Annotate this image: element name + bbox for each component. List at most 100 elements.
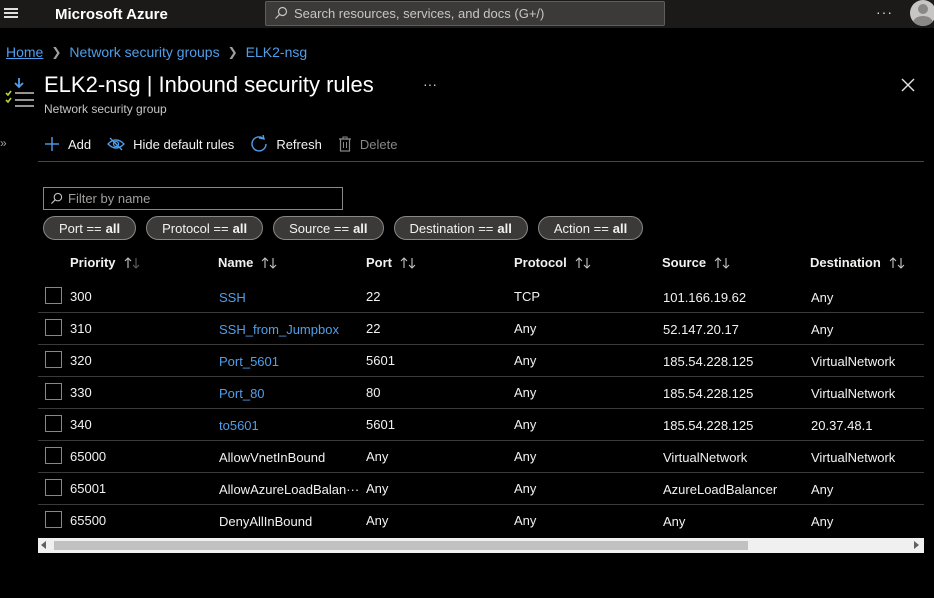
table-row[interactable]: 320 Port_5601 5601 Any 185.54.228.125 Vi… xyxy=(38,345,924,377)
pill-value: all xyxy=(232,220,248,236)
refresh-label: Refresh xyxy=(276,136,322,152)
table-row[interactable]: 65001 AllowAzureLoadBalan··· Any Any Azu… xyxy=(38,473,924,505)
cell-port: 80 xyxy=(366,385,381,400)
delete-button[interactable]: Delete xyxy=(338,136,397,152)
plus-icon xyxy=(45,137,59,151)
table-row[interactable]: 65500 DenyAllInBound Any Any Any Any xyxy=(38,505,924,537)
table-row[interactable]: 310 SSH_from_Jumpbox 22 Any 52.147.20.17… xyxy=(38,313,924,345)
scrollbar-thumb[interactable] xyxy=(54,541,748,550)
column-label: Port xyxy=(366,255,392,270)
search-icon xyxy=(275,6,288,19)
row-checkbox[interactable] xyxy=(45,383,62,400)
breadcrumb-elk2-nsg[interactable]: ELK2-nsg xyxy=(246,44,307,60)
cell-protocol: Any xyxy=(514,321,537,336)
cell-priority: 320 xyxy=(70,353,92,368)
sort-icon xyxy=(575,256,591,269)
cell-port: 5601 xyxy=(366,353,395,368)
chevron-right-icon: ❯ xyxy=(227,45,238,59)
cell-destination: Any xyxy=(811,514,834,529)
column-label: Protocol xyxy=(514,255,567,270)
breadcrumb-nsgs[interactable]: Network security groups xyxy=(69,44,219,60)
pill-value: all xyxy=(497,220,512,236)
source-filter-pill[interactable]: Source == all xyxy=(273,216,384,240)
cell-name-link[interactable]: Port_5601 xyxy=(219,354,279,369)
cell-destination: 20.37.48.1 xyxy=(811,418,873,433)
port-filter-pill[interactable]: Port == all xyxy=(43,216,137,240)
cell-name-link[interactable]: SSH_from_Jumpbox xyxy=(219,322,339,337)
close-icon[interactable] xyxy=(900,77,916,93)
column-header-source[interactable]: Source xyxy=(662,255,730,270)
sort-icon xyxy=(714,256,730,269)
breadcrumb-home[interactable]: Home xyxy=(6,44,43,60)
column-header-destination[interactable]: Destination xyxy=(810,255,905,270)
column-label: Source xyxy=(662,255,707,270)
cell-source: AzureLoadBalancer xyxy=(663,482,778,497)
column-label: Priority xyxy=(70,255,116,270)
table-row[interactable]: 300 SSH 22 TCP 101.166.19.62 Any xyxy=(38,281,924,313)
cell-name-link[interactable]: Port_80 xyxy=(219,386,265,401)
column-header-priority[interactable]: Priority xyxy=(70,255,140,270)
global-search[interactable] xyxy=(265,1,665,26)
hide-default-rules-button[interactable]: Hide default rules xyxy=(107,136,234,152)
row-checkbox[interactable] xyxy=(45,287,62,304)
divider xyxy=(38,161,924,162)
row-checkbox[interactable] xyxy=(45,415,62,432)
sort-icon xyxy=(889,256,905,269)
trash-icon xyxy=(338,136,351,152)
search-input[interactable] xyxy=(294,4,654,23)
add-button[interactable]: Add xyxy=(44,136,91,152)
column-label: Name xyxy=(218,255,254,270)
brand-title[interactable]: Microsoft Azure xyxy=(55,6,168,23)
cell-priority: 300 xyxy=(70,289,92,304)
cell-protocol: Any xyxy=(514,481,537,496)
filter-by-name-input[interactable] xyxy=(68,190,338,207)
menu-icon[interactable] xyxy=(4,6,18,20)
row-checkbox[interactable] xyxy=(45,479,62,496)
more-options-icon[interactable]: ··· xyxy=(423,76,437,92)
scroll-right-icon[interactable] xyxy=(914,541,919,549)
avatar[interactable] xyxy=(910,0,934,26)
horizontal-scrollbar[interactable] xyxy=(38,538,924,553)
cell-priority: 65001 xyxy=(70,481,107,496)
scroll-left-icon[interactable] xyxy=(41,541,46,549)
inbound-rules-icon xyxy=(5,78,34,107)
column-header-port[interactable]: Port xyxy=(366,255,416,270)
column-header-name[interactable]: Name xyxy=(218,255,277,270)
hide-default-rules-label: Hide default rules xyxy=(133,136,235,152)
cell-name: AllowVnetInBound xyxy=(219,450,326,465)
protocol-filter-pill[interactable]: Protocol == all xyxy=(146,216,264,240)
pill-label: Action == xyxy=(553,220,609,236)
expand-sidebar-icon[interactable]: » xyxy=(0,136,7,150)
rules-table: Priority Name Port Protocol Source Desti… xyxy=(38,248,924,538)
cell-name: AllowAzureLoadBalan··· xyxy=(219,482,360,497)
sort-icon xyxy=(262,256,277,269)
command-bar: Add Hide default rules Refresh Delete xyxy=(44,133,413,155)
column-label: Destination xyxy=(810,255,881,270)
cell-source: 185.54.228.125 xyxy=(663,386,754,401)
column-header-protocol[interactable]: Protocol xyxy=(514,255,591,270)
cell-port: Any xyxy=(366,449,389,464)
destination-filter-pill[interactable]: Destination == all xyxy=(393,216,528,240)
cell-source: 52.147.20.17 xyxy=(663,322,739,337)
row-checkbox[interactable] xyxy=(45,319,62,336)
table-row[interactable]: 65000 AllowVnetInBound Any Any VirtualNe… xyxy=(38,441,924,473)
table-row[interactable]: 340 to5601 5601 Any 185.54.228.125 20.37… xyxy=(38,409,924,441)
more-options-icon[interactable]: ··· xyxy=(876,4,893,20)
row-checkbox[interactable] xyxy=(45,351,62,368)
sort-icon xyxy=(400,256,416,269)
action-filter-pill[interactable]: Action == all xyxy=(537,216,644,240)
search-icon xyxy=(50,192,63,205)
row-checkbox[interactable] xyxy=(45,447,62,464)
cell-name-link[interactable]: to5601 xyxy=(219,418,259,433)
cell-name-link[interactable]: SSH xyxy=(219,290,246,305)
cell-port: 22 xyxy=(366,289,381,304)
row-checkbox[interactable] xyxy=(45,511,62,528)
filter-box[interactable] xyxy=(43,187,343,210)
cell-port: Any xyxy=(366,513,389,528)
table-row[interactable]: 330 Port_80 80 Any 185.54.228.125 Virtua… xyxy=(38,377,924,409)
top-bar: Microsoft Azure ··· xyxy=(0,0,934,28)
cell-source: 101.166.19.62 xyxy=(663,290,747,305)
refresh-button[interactable]: Refresh xyxy=(250,135,322,153)
cell-protocol: Any xyxy=(514,385,537,400)
cell-priority: 310 xyxy=(70,321,92,336)
